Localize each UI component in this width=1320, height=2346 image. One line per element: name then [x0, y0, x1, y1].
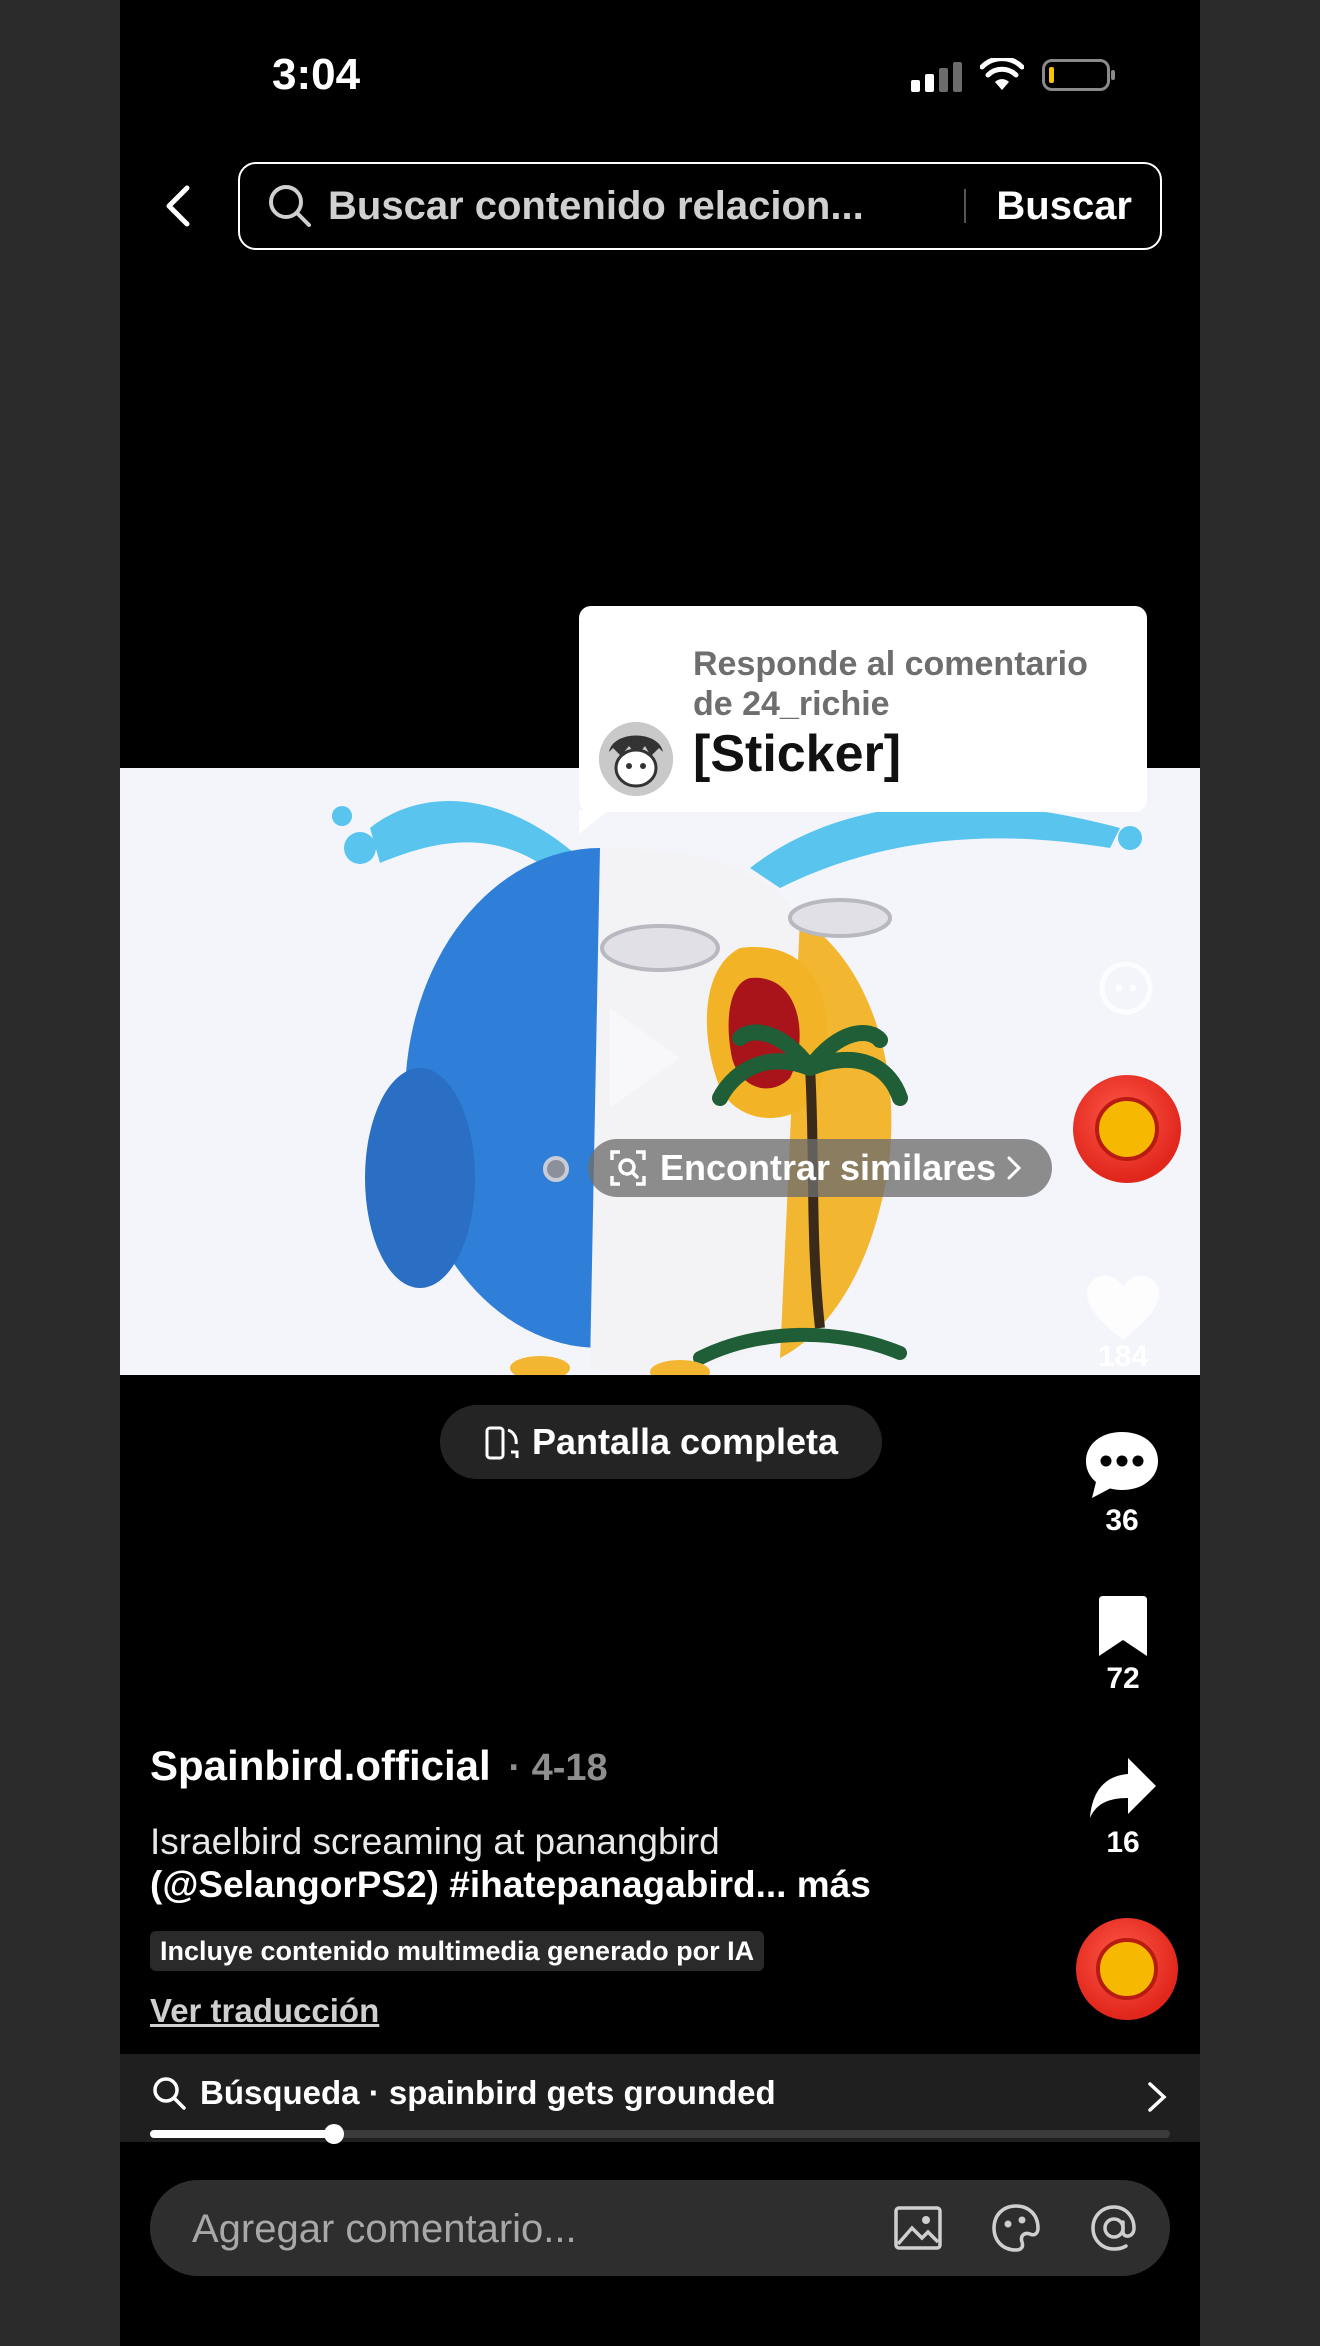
sound-disc-button[interactable] — [1076, 1918, 1178, 2020]
ai-content-badge: Incluye contenido multimedia generado po… — [150, 1931, 765, 1971]
find-similar-button[interactable]: Encontrar similares — [588, 1139, 1052, 1197]
fullscreen-label: Pantalla completa — [531, 1421, 839, 1462]
bookmark-count: 72 — [1106, 1662, 1140, 1695]
share-count: 16 — [1106, 1826, 1140, 1859]
chevron-right-icon — [1007, 1156, 1022, 1180]
mention-link[interactable]: (@SelangorPS2) — [150, 1864, 439, 1905]
search-suggestion-label: Búsqueda · spainbird gets grounded — [200, 2074, 776, 2111]
video-progress-bar[interactable] — [150, 2124, 1170, 2144]
heart-icon — [1087, 1275, 1159, 1340]
chevron-left-icon — [166, 185, 190, 227]
translate-link[interactable]: Ver traducción — [150, 1992, 379, 2030]
post-date: · 4-18 — [508, 1747, 608, 1789]
status-icons — [911, 58, 1115, 92]
image-icon[interactable] — [892, 2202, 944, 2254]
chevron-right-icon — [1148, 2082, 1167, 2112]
search-button[interactable]: Buscar — [996, 184, 1132, 229]
status-time: 3:04 — [272, 50, 361, 99]
reply-content: [Sticker] — [693, 725, 902, 783]
wifi-icon — [980, 58, 1024, 90]
back-button[interactable] — [150, 176, 206, 236]
post-author-line: Spainbird.official · 4-18 — [150, 1742, 608, 1790]
video-frame-image — [332, 800, 1142, 1375]
commenter-avatar — [599, 722, 673, 796]
author-name[interactable]: Spainbird.official — [150, 1742, 491, 1789]
search-icon — [269, 185, 311, 227]
search-box[interactable]: Buscar contenido relacion... Buscar — [238, 162, 1162, 250]
share-arrow-icon — [1090, 1758, 1156, 1818]
bookmark-icon — [1099, 1596, 1147, 1656]
like-button[interactable]: 184 — [1082, 1270, 1164, 1374]
search-suggestion: Búsqueda · spainbird gets grounded — [150, 2074, 776, 2112]
hashtag-link[interactable]: #ihatepanagabird... — [449, 1864, 786, 1905]
share-button[interactable]: 16 — [1088, 1756, 1158, 1860]
reply-caption: Responde al comentario de 24_richie — [693, 645, 1088, 723]
cellular-signal-icon — [911, 58, 962, 92]
progress-knob[interactable] — [323, 2124, 344, 2144]
ai-chat-button[interactable] — [1096, 958, 1156, 1018]
sticker-icon[interactable] — [990, 2202, 1042, 2254]
battery-icon — [1042, 59, 1115, 91]
similar-indicator-dot — [543, 1156, 569, 1182]
image-search-icon — [610, 1150, 646, 1186]
description-text: Israelbird screaming at panangbird — [150, 1821, 720, 1862]
divider — [964, 189, 967, 223]
search-icon — [153, 2077, 186, 2110]
comment-count: 36 — [1105, 1504, 1139, 1537]
fullscreen-button[interactable]: Pantalla completa — [440, 1405, 882, 1479]
bookmark-button[interactable]: 72 — [1095, 1596, 1151, 1696]
phone-screen: 3:04 Buscar contenido relacion... Buscar — [120, 0, 1200, 2346]
reply-comment-bubble[interactable]: Responde al comentario de 24_richie [Sti… — [579, 606, 1147, 834]
rotate-screen-icon — [485, 1426, 519, 1460]
comment-bar — [150, 2180, 1170, 2278]
more-link[interactable]: más — [797, 1864, 871, 1905]
video-player[interactable] — [120, 768, 1200, 1375]
comment-input[interactable] — [190, 2180, 834, 2278]
comment-bubble-icon — [1086, 1432, 1158, 1498]
chat-bot-icon — [1099, 961, 1153, 1015]
comment-button[interactable]: 36 — [1082, 1428, 1162, 1538]
like-count: 184 — [1097, 1340, 1149, 1373]
progress-fill — [150, 2130, 334, 2138]
mention-icon[interactable] — [1088, 2202, 1140, 2254]
music-disc-avatar[interactable] — [1073, 1075, 1181, 1183]
bubble-tail — [579, 810, 609, 834]
find-similar-label: Encontrar similares — [660, 1147, 997, 1188]
search-input[interactable]: Buscar contenido relacion... — [328, 184, 954, 229]
post-description[interactable]: Israelbird screaming at panangbird (@Sel… — [150, 1820, 1010, 1906]
search-suggestion-bar[interactable]: Búsqueda · spainbird gets grounded — [120, 2054, 1200, 2142]
